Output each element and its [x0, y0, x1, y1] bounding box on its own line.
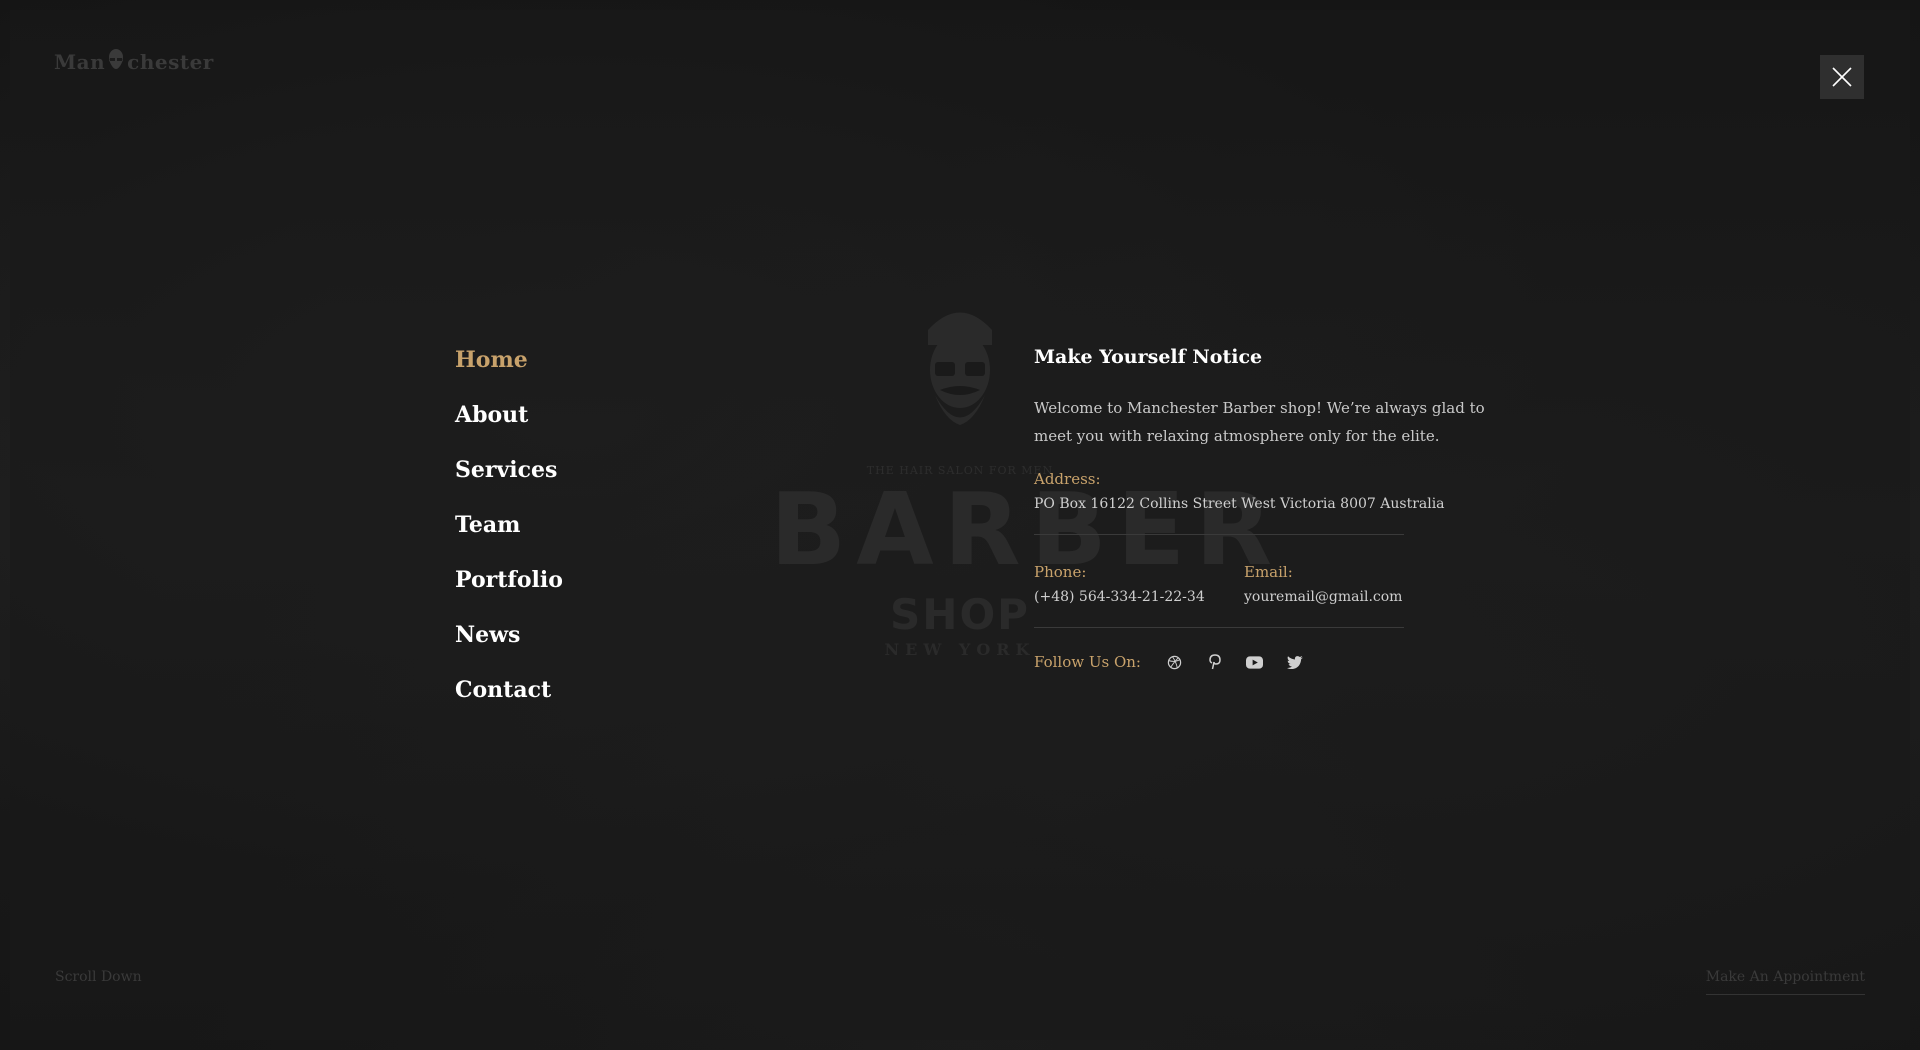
address-label: Address: — [1034, 470, 1101, 488]
info-title: Make Yourself Notice — [1034, 346, 1263, 368]
phone-value[interactable]: (+48) 564-334-21-22-34 — [1034, 589, 1244, 605]
email-value[interactable]: youremail@gmail.com — [1244, 589, 1402, 605]
follow-label: Follow Us On: — [1034, 653, 1141, 671]
bearded-head-icon — [109, 49, 124, 69]
menu-item-services[interactable]: Services — [455, 450, 563, 505]
menu-item-news[interactable]: News — [455, 615, 563, 670]
twitter-icon[interactable] — [1285, 652, 1305, 672]
logo-text-left: Man — [54, 50, 106, 74]
divider — [1034, 627, 1404, 628]
appointment-link[interactable]: Make An Appointment — [1705, 969, 1865, 995]
menu-item-about[interactable]: About — [455, 395, 563, 450]
scroll-down-link[interactable]: Scroll Down — [55, 969, 142, 985]
site-logo[interactable]: Man chester — [54, 48, 214, 76]
main-menu: Home About Services Team Portfolio News … — [455, 340, 563, 725]
close-button[interactable] — [1820, 55, 1864, 99]
pinterest-icon[interactable] — [1205, 652, 1225, 672]
logo-text-right: chester — [127, 50, 214, 74]
close-icon — [1832, 67, 1852, 87]
follow-us: Follow Us On: — [1034, 652, 1474, 672]
menu-item-contact[interactable]: Contact — [455, 670, 563, 725]
dribbble-icon[interactable] — [1165, 652, 1185, 672]
menu-item-team[interactable]: Team — [455, 505, 563, 560]
phone-label: Phone: — [1034, 563, 1087, 581]
info-panel: Make Yourself Notice Welcome to Manchest… — [1034, 346, 1485, 672]
menu-item-home[interactable]: Home — [455, 340, 563, 395]
info-description: Welcome to Manchester Barber shop! We’re… — [1034, 399, 1485, 445]
email-label: Email: — [1244, 563, 1293, 581]
address-value: PO Box 16122 Collins Street West Victori… — [1034, 496, 1445, 512]
menu-item-portfolio[interactable]: Portfolio — [455, 560, 563, 615]
youtube-icon[interactable] — [1245, 652, 1265, 672]
contact-row: Phone: (+48) 564-334-21-22-34 Email: you… — [1034, 535, 1474, 605]
